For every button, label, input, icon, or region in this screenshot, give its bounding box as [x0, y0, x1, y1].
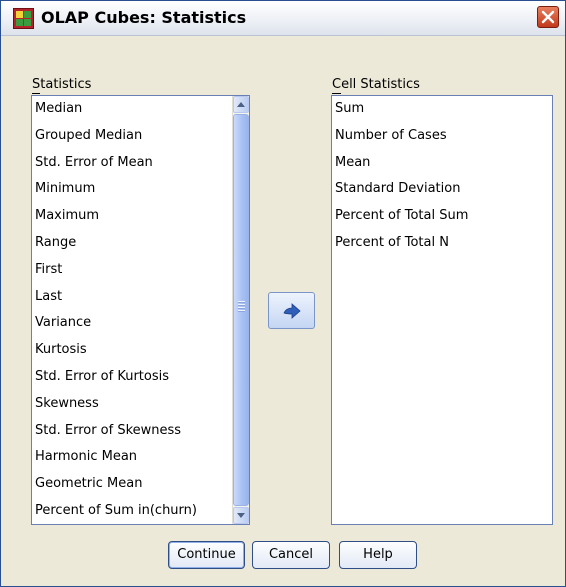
scroll-thumb[interactable]	[233, 114, 249, 506]
list-item[interactable]: Percent of Sum in(churn)	[35, 498, 197, 524]
cell-statistics-label: Cell Statistics	[332, 77, 420, 92]
list-item[interactable]: Standard Deviation	[335, 176, 460, 202]
scroll-down-arrow-icon	[237, 513, 245, 518]
arrow-right-icon	[283, 303, 301, 319]
list-item[interactable]: Std. Error of Mean	[35, 150, 153, 176]
list-item[interactable]: Number of Cases	[335, 123, 447, 149]
help-button[interactable]: Help	[339, 541, 417, 569]
list-item[interactable]: Minimum	[35, 176, 95, 202]
list-item[interactable]: Range	[35, 230, 76, 256]
statistics-label: Statistics	[32, 77, 92, 92]
statistics-listbox[interactable]: Median Grouped Median Std. Error of Mean Mi…	[31, 95, 250, 525]
statistics-mnemonic-underline	[32, 93, 40, 94]
list-item[interactable]: Variance	[35, 310, 91, 336]
close-button[interactable]	[537, 6, 559, 28]
list-item[interactable]: Grouped Median	[35, 123, 142, 149]
list-item[interactable]: Std. Error of Skewness	[35, 418, 181, 444]
cell-statistics-mnemonic-underline	[332, 93, 341, 94]
list-item[interactable]: Sum	[335, 96, 364, 122]
list-item[interactable]: Maximum	[35, 203, 99, 229]
move-to-cell-statistics-button[interactable]	[268, 292, 315, 329]
list-item[interactable]: First	[35, 257, 62, 283]
scroll-up-arrow-icon	[237, 102, 245, 107]
cell-statistics-listbox[interactable]: Sum Number of Cases Mean Standard Deviation…	[331, 95, 553, 525]
list-item[interactable]: Percent of Total Sum	[335, 203, 468, 229]
list-item[interactable]: Percent of Total N	[335, 230, 449, 256]
statistics-scrollbar[interactable]	[232, 96, 249, 524]
scroll-up-button[interactable]	[233, 96, 249, 113]
scroll-down-button[interactable]	[233, 507, 249, 524]
list-item[interactable]: Skewness	[35, 391, 99, 417]
list-item[interactable]: Mean	[335, 150, 370, 176]
list-item[interactable]: Geometric Mean	[35, 471, 142, 497]
list-item[interactable]: Harmonic Mean	[35, 444, 137, 470]
window-title: OLAP Cubes: Statistics	[41, 8, 247, 27]
continue-button[interactable]: Continue	[168, 541, 245, 569]
list-item[interactable]: Std. Error of Kurtosis	[35, 364, 169, 390]
close-x-icon	[541, 10, 555, 24]
title-bar[interactable]: OLAP Cubes: Statistics	[1, 1, 565, 36]
list-item[interactable]: Kurtosis	[35, 337, 87, 363]
dialog-window: OLAP Cubes: Statistics Statistics Median…	[0, 0, 566, 587]
list-item[interactable]: Last	[35, 284, 62, 310]
spss-table-icon	[13, 8, 34, 29]
cancel-button[interactable]: Cancel	[252, 541, 330, 569]
list-item[interactable]: Median	[35, 96, 82, 122]
